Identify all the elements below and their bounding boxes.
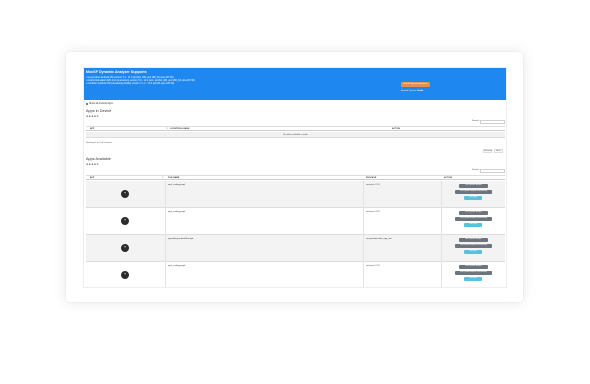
available-col-app[interactable]: APP bbox=[90, 177, 94, 179]
show-all-apps-label: Show all Android Apps bbox=[89, 102, 113, 105]
test-report-button[interactable]: Test Report bbox=[464, 223, 482, 227]
app-launcher-icon[interactable]: ⬤ bbox=[121, 217, 129, 225]
column-divider bbox=[363, 262, 364, 287]
column-divider bbox=[363, 235, 364, 262]
pager-prev-label[interactable]: Previous bbox=[484, 150, 493, 152]
banner-title: MobSF Dynamic Analyzer Supports bbox=[86, 70, 147, 74]
column-divider bbox=[165, 235, 166, 262]
supported-devices-banner: MobSF Dynamic Analyzer Supports • Genymo… bbox=[84, 68, 506, 100]
app-package-name: com.yourtest.infra_app_test bbox=[366, 238, 392, 240]
app-launcher-icon[interactable]: ⬤ bbox=[121, 244, 129, 252]
available-search-label: Search: bbox=[472, 169, 480, 171]
column-divider bbox=[441, 208, 442, 235]
start-dynamic-analysis-button[interactable]: Start Dynamic Analysis bbox=[459, 184, 488, 188]
apps-available-rating: ★★★★☆ bbox=[86, 163, 100, 166]
apps-available-title: Apps Available bbox=[86, 157, 111, 161]
available-col-package[interactable]: PACKAGE bbox=[366, 177, 376, 179]
start-dynamic-analysis-button[interactable]: Start Dynamic Analysis bbox=[459, 265, 488, 269]
installed-empty-row: No data available in table bbox=[86, 132, 505, 138]
app-file-name: opal_config.py.apk bbox=[168, 211, 186, 213]
start-instrumented-analysis-button[interactable]: Start Dynamic Analysis (Instrumented) bbox=[455, 244, 492, 248]
sort-icon[interactable]: ⇅ bbox=[162, 177, 164, 179]
installed-col-location[interactable]: LOCATION & HASH bbox=[170, 128, 189, 130]
test-report-button[interactable]: Test Report bbox=[464, 277, 482, 281]
banner-line-corellium: • Corellium Android VM (userdebug builds… bbox=[86, 81, 175, 85]
installed-info: Showing 0 to 0 of 0 entries bbox=[86, 142, 112, 144]
installed-search-label: Search: bbox=[472, 120, 480, 122]
start-dynamic-analysis-button[interactable]: Start Dynamic Analysis bbox=[459, 238, 488, 242]
dynamic-analyzer-page: MobSF Dynamic Analyzer Supports • Genymo… bbox=[83, 67, 507, 288]
start-instrumented-analysis-button[interactable]: Start Dynamic Analysis (Instrumented) bbox=[455, 271, 492, 275]
app-file-name: opal_config.py.apk bbox=[168, 265, 186, 267]
installed-col-action[interactable]: ACTION bbox=[392, 128, 400, 130]
installed-search-input[interactable] bbox=[480, 119, 505, 124]
column-divider bbox=[441, 262, 442, 287]
show-all-apps-toggle[interactable]: Show all Android Apps bbox=[86, 102, 113, 105]
available-col-action[interactable]: ACTION bbox=[444, 177, 452, 179]
column-divider bbox=[165, 208, 166, 235]
column-divider bbox=[165, 181, 166, 208]
available-table-header: APP ⇅ FILE NAME PACKAGE ACTION bbox=[86, 175, 505, 180]
available-col-file[interactable]: FILE NAME bbox=[168, 177, 179, 179]
installed-col-app[interactable]: APP bbox=[90, 128, 94, 130]
app-file-name: app-debug-androidTest.apk bbox=[168, 238, 194, 240]
apps-in-device-rating: ★★★★☆ bbox=[86, 115, 100, 118]
app-package-name: com.test.##### bbox=[366, 211, 381, 213]
app-package-name: com.test.##### bbox=[366, 265, 381, 267]
table-row: ⬤ opal_config.py.apk com.test.##### Star… bbox=[86, 181, 505, 208]
app-launcher-icon[interactable]: ⬤ bbox=[121, 190, 129, 198]
start-instrumented-analysis-button[interactable]: Start Dynamic Analysis (Instrumented) bbox=[455, 217, 492, 221]
app-launcher-icon[interactable]: ⬤ bbox=[121, 271, 129, 279]
test-report-button[interactable]: Test Report bbox=[464, 250, 482, 254]
column-divider bbox=[363, 181, 364, 208]
start-dynamic-analysis-button[interactable]: Start Dynamic Analysis bbox=[459, 211, 488, 215]
table-row: ⬤ opal_config.py.apk com.test.##### Star… bbox=[86, 208, 505, 235]
column-divider bbox=[165, 262, 166, 287]
available-search-input[interactable] bbox=[480, 168, 505, 173]
table-row: ⬤ app-debug-androidTest.apk com.yourtest… bbox=[86, 235, 505, 262]
mobsf-dynamic-analyzer-button[interactable]: MobSF Dynamic Analyzer bbox=[401, 82, 430, 87]
start-instrumented-analysis-button[interactable]: Start Dynamic Analysis (Instrumented) bbox=[455, 190, 492, 194]
dynamic-guide-link-bold: Guide bbox=[417, 90, 424, 92]
pager-next-label[interactable]: Next bbox=[496, 150, 501, 152]
column-divider bbox=[363, 208, 364, 235]
column-divider bbox=[441, 235, 442, 262]
app-file-name: opal_config.py.apk bbox=[168, 184, 186, 186]
test-report-button[interactable]: Test Report bbox=[464, 196, 482, 200]
sort-icon[interactable]: ⇅ bbox=[166, 128, 168, 130]
dynamic-guide-link[interactable]: Android Dynamic Guide bbox=[401, 90, 423, 92]
dynamic-guide-link-prefix: Android Dynamic bbox=[401, 90, 417, 92]
checkbox-icon[interactable] bbox=[86, 102, 88, 105]
apps-in-device-title: Apps in Device bbox=[86, 109, 112, 113]
installed-table-header: APP ⇅ LOCATION & HASH ACTION bbox=[86, 126, 505, 131]
column-divider bbox=[441, 181, 442, 208]
app-package-name: com.test.##### bbox=[366, 184, 381, 186]
installed-empty-text: No data available in table bbox=[283, 133, 308, 136]
table-row: ⬤ opal_config.py.apk com.test.##### Star… bbox=[86, 262, 505, 287]
